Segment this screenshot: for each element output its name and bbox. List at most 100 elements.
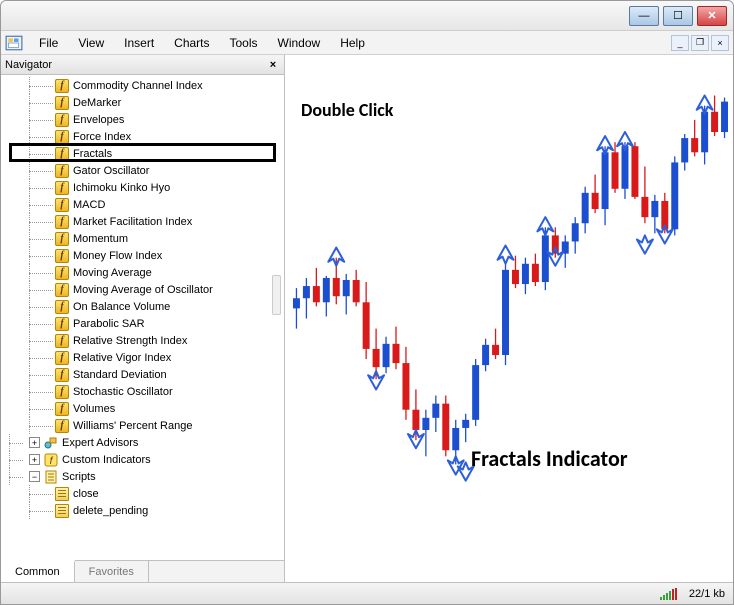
indicator-moving-average[interactable]: f Moving Average	[1, 264, 284, 281]
indicator-label: Parabolic SAR	[73, 318, 145, 330]
mdi-restore-button[interactable]: ❐	[691, 35, 709, 51]
group-ea[interactable]: + Expert Advisors	[1, 434, 284, 451]
navigator-title: Navigator	[5, 59, 266, 71]
navigator-panel: Navigator × fCommodity Channel IndexfDeM…	[1, 55, 285, 582]
group-label: Expert Advisors	[62, 437, 138, 449]
function-icon: f	[55, 130, 69, 144]
indicator-label: Money Flow Index	[73, 250, 162, 262]
chart-area[interactable]: Double Click Fractals Indicator	[285, 55, 733, 582]
script-icon	[55, 487, 69, 501]
navigator-header[interactable]: Navigator ×	[1, 55, 284, 75]
indicator-label: Gator Oscillator	[73, 165, 149, 177]
function-icon: f	[55, 385, 69, 399]
indicator-label: Momentum	[73, 233, 128, 245]
indicator-label: Ichimoku Kinko Hyo	[73, 182, 170, 194]
tree-expander[interactable]: −	[29, 471, 40, 482]
window-close-button[interactable]: ✕	[697, 6, 727, 26]
script-label: close	[73, 488, 99, 500]
function-icon: f	[55, 198, 69, 212]
function-icon: f	[55, 164, 69, 178]
mdi-controls: _ ❐ ×	[671, 35, 729, 51]
navigator-close-button[interactable]: ×	[266, 58, 280, 72]
menu-bar: File View Insert Charts Tools Window Hel…	[1, 31, 733, 55]
indicator-gator-oscillator[interactable]: f Gator Oscillator	[1, 162, 284, 179]
mdi-minimize-button[interactable]: _	[671, 35, 689, 51]
script-label: delete_pending	[73, 505, 148, 517]
function-icon: f	[55, 96, 69, 110]
indicator-label: On Balance Volume	[73, 301, 170, 313]
menu-file[interactable]: File	[29, 33, 68, 53]
indicator-relative-strength-index[interactable]: f Relative Strength Index	[1, 332, 284, 349]
indicator-macd[interactable]: f MACD	[1, 196, 284, 213]
script-close[interactable]: close	[1, 485, 284, 502]
function-icon: f	[55, 266, 69, 280]
indicator-stochastic-oscillator[interactable]: f Stochastic Oscillator	[1, 383, 284, 400]
annotation-double-click: Double Click	[301, 99, 393, 121]
navigator-tabs: Common Favorites	[1, 560, 284, 582]
indicator-market-facilitation-index[interactable]: fMarket Facilitation Index	[1, 213, 284, 230]
indicator-envelopes[interactable]: f Envelopes	[1, 111, 284, 128]
fractal-up-icon	[498, 246, 514, 264]
script-delete_pending[interactable]: delete_pending	[1, 502, 284, 519]
indicator-commodity-channel-index[interactable]: fCommodity Channel Index	[1, 77, 284, 94]
tab-common[interactable]: Common	[1, 560, 75, 582]
indicator-label: Envelopes	[73, 114, 124, 126]
menu-help[interactable]: Help	[330, 33, 375, 53]
function-icon: f	[55, 79, 69, 93]
indicator-label: Relative Strength Index	[73, 335, 187, 347]
indicator-label: Standard Deviation	[73, 369, 167, 381]
window-minimize-button[interactable]: —	[629, 6, 659, 26]
window-titlebar: — ☐ ✕	[1, 1, 733, 31]
menu-insert[interactable]: Insert	[114, 33, 164, 53]
indicator-label: MACD	[73, 199, 105, 211]
workspace: Navigator × fCommodity Channel IndexfDeM…	[1, 55, 733, 582]
function-icon: f	[55, 232, 69, 246]
function-icon: f	[55, 249, 69, 263]
indicator-label: Market Facilitation Index	[73, 216, 192, 228]
indicator-label: Moving Average	[73, 267, 152, 279]
indicator-moving-average-of-oscillator[interactable]: fMoving Average of Oscillator	[1, 281, 284, 298]
annotation-fractals-indicator: Fractals Indicator	[471, 445, 628, 472]
window-maximize-button[interactable]: ☐	[663, 6, 693, 26]
menu-window[interactable]: Window	[268, 33, 331, 53]
candlestick-chart	[285, 55, 733, 582]
window-controls: — ☐ ✕	[629, 6, 727, 26]
group-icon	[44, 470, 58, 484]
tree-expander[interactable]: +	[29, 454, 40, 465]
app-icon	[5, 34, 23, 52]
indicator-on-balance-volume[interactable]: f On Balance Volume	[1, 298, 284, 315]
group-icon	[44, 436, 58, 450]
function-icon: f	[55, 368, 69, 382]
group-scripts[interactable]: − Scripts	[1, 468, 284, 485]
indicator-fractals[interactable]: fFractals	[1, 145, 284, 162]
indicator-force-index[interactable]: fForce Index	[1, 128, 284, 145]
indicator-standard-deviation[interactable]: f Standard Deviation	[1, 366, 284, 383]
indicator-label: Moving Average of Oscillator	[73, 284, 213, 296]
menu-view[interactable]: View	[68, 33, 114, 53]
indicator-williams-percent-range[interactable]: fWilliams' Percent Range	[1, 417, 284, 434]
indicator-relative-vigor-index[interactable]: fRelative Vigor Index	[1, 349, 284, 366]
tab-favorites[interactable]: Favorites	[75, 561, 149, 582]
menu-charts[interactable]: Charts	[164, 33, 219, 53]
navigator-tree[interactable]: fCommodity Channel IndexfDeMarkerfEnvelo…	[1, 75, 284, 560]
indicator-label: Stochastic Oscillator	[73, 386, 173, 398]
mdi-close-button[interactable]: ×	[711, 35, 729, 51]
indicator-label: DeMarker	[73, 97, 121, 109]
fractal-down-icon	[637, 235, 653, 253]
group-label: Scripts	[62, 471, 96, 483]
indicator-money-flow-index[interactable]: f Money Flow Index	[1, 247, 284, 264]
group-icon: f	[44, 453, 58, 467]
indicator-parabolic-sar[interactable]: fParabolic SAR	[1, 315, 284, 332]
indicator-ichimoku-kinko-hyo[interactable]: fIchimoku Kinko Hyo	[1, 179, 284, 196]
function-icon: f	[55, 300, 69, 314]
indicator-momentum[interactable]: f Momentum	[1, 230, 284, 247]
indicator-label: Williams' Percent Range	[73, 420, 192, 432]
scrollbar-thumb[interactable]	[272, 275, 281, 315]
indicator-volumes[interactable]: fVolumes	[1, 400, 284, 417]
function-icon: f	[55, 113, 69, 127]
indicator-demarker[interactable]: f DeMarker	[1, 94, 284, 111]
function-icon: f	[55, 334, 69, 348]
group-ci[interactable]: +fCustom Indicators	[1, 451, 284, 468]
menu-tools[interactable]: Tools	[220, 33, 268, 53]
tree-expander[interactable]: +	[29, 437, 40, 448]
